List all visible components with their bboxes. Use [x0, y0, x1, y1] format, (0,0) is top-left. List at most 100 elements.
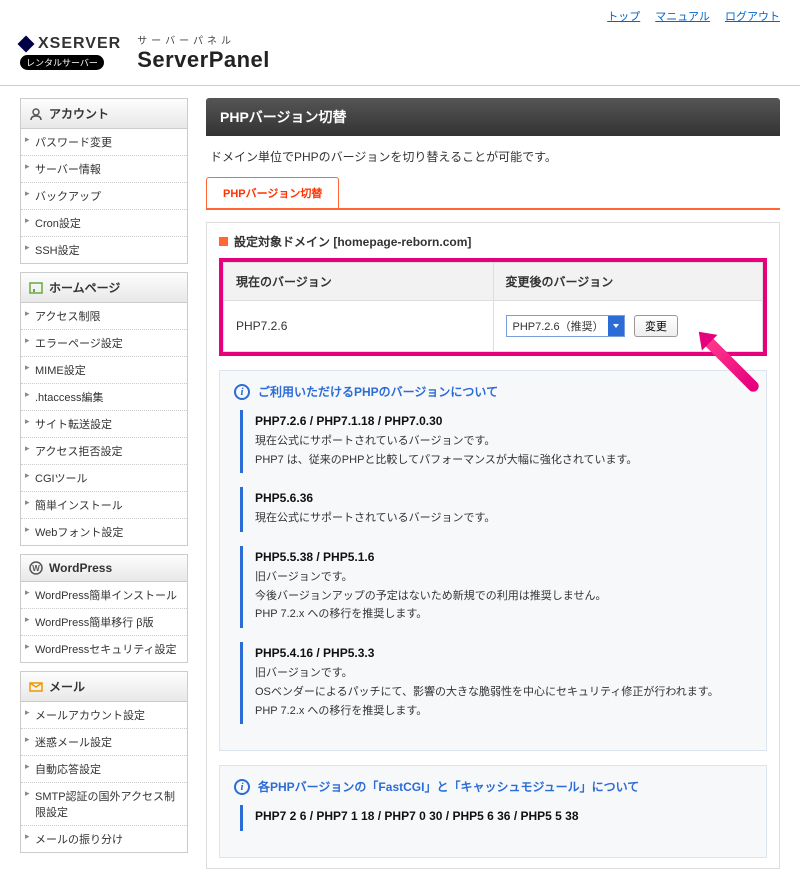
- version-block-desc: 旧バージョンです。: [255, 568, 752, 587]
- sidebar-link[interactable]: 自動応答設定: [21, 756, 187, 782]
- php-versions-info: i ご利用いただけるPHPのバージョンについて PHP7.2.6 / PHP7.…: [219, 370, 767, 751]
- sidebar-link[interactable]: メールアカウント設定: [21, 702, 187, 728]
- version-block: PHP5.5.38 / PHP5.1.6旧バージョンです。今後バージョンアップの…: [240, 546, 752, 628]
- info-title: i ご利用いただけるPHPのバージョンについて: [234, 383, 752, 400]
- sidebar-group-header: W WordPress: [21, 555, 187, 582]
- main-content: PHPバージョン切替 ドメイン単位でPHPのバージョンを切り替えることが可能です…: [206, 98, 780, 869]
- sidebar-link[interactable]: SSH設定: [21, 237, 187, 263]
- sidebar-link[interactable]: Webフォント設定: [21, 519, 187, 545]
- col-after-header: 変更後のバージョン: [493, 263, 763, 301]
- sidebar-item: .htaccess編集: [21, 383, 187, 410]
- sidebar-item: WordPress簡単移行 β版: [21, 608, 187, 635]
- tab-php-version[interactable]: PHPバージョン切替: [206, 177, 339, 208]
- sidebar-group-title: WordPress: [49, 561, 112, 575]
- sidebar-item: MIME設定: [21, 356, 187, 383]
- current-version-value: PHP7.2.6: [224, 301, 494, 352]
- sidebar-group-title: ホームページ: [49, 279, 120, 296]
- sidebar-link[interactable]: WordPressセキュリティ設定: [21, 636, 187, 662]
- sidebar-link[interactable]: アクセス制限: [21, 303, 187, 329]
- sidebar-item: Webフォント設定: [21, 518, 187, 545]
- tab-row: PHPバージョン切替: [206, 177, 780, 210]
- sidebar-link[interactable]: SMTP認証の国外アクセス制限設定: [21, 783, 187, 825]
- sidebar-group-header: アカウント: [21, 99, 187, 129]
- sidebar-link[interactable]: バックアップ: [21, 183, 187, 209]
- sidebar-item: サイト転送設定: [21, 410, 187, 437]
- sidebar-link[interactable]: .htaccess編集: [21, 384, 187, 410]
- sidebar-link[interactable]: Cron設定: [21, 210, 187, 236]
- target-label-text: 設定対象ドメイン: [234, 235, 330, 249]
- version-block: PHP5.6.36現在公式にサポートされているバージョンです。: [240, 487, 752, 532]
- sidebar-link[interactable]: エラーページ設定: [21, 330, 187, 356]
- version-block: PHP7.2.6 / PHP7.1.18 / PHP7.0.30現在公式にサポー…: [240, 410, 752, 473]
- sidebar-link[interactable]: CGIツール: [21, 465, 187, 491]
- target-domain-value: [homepage-reborn.com]: [333, 235, 471, 249]
- sidebar-link[interactable]: MIME設定: [21, 357, 187, 383]
- link-top[interactable]: トップ: [607, 11, 640, 23]
- change-button[interactable]: 変更: [634, 315, 678, 337]
- highlight-frame: 現在のバージョン 変更後のバージョン PHP7.2.6 PHP7.2.6（推奨）…: [219, 258, 767, 356]
- sidebar-list: アクセス制限エラーページ設定MIME設定.htaccess編集サイト転送設定アク…: [21, 303, 187, 545]
- version-select-value: PHP7.2.6（推奨）: [513, 321, 604, 333]
- page-title: PHPバージョン切替: [206, 98, 780, 136]
- sidebar-link[interactable]: サイト転送設定: [21, 411, 187, 437]
- fastcgi-info: i 各PHPバージョンの「FastCGI」と「キャッシュモジュール」について P…: [219, 765, 767, 858]
- sidebar-link[interactable]: WordPress簡単インストール: [21, 582, 187, 608]
- sidebar-item: 簡単インストール: [21, 491, 187, 518]
- sidebar-link[interactable]: アクセス拒否設定: [21, 438, 187, 464]
- sidebar-group-icon: [29, 680, 43, 694]
- sidebar-link[interactable]: サーバー情報: [21, 156, 187, 182]
- info2-title-text: 各PHPバージョンの「FastCGI」と「キャッシュモジュール」について: [258, 778, 639, 795]
- sidebar-link[interactable]: パスワード変更: [21, 129, 187, 155]
- sidebar-list: パスワード変更サーバー情報バックアップCron設定SSH設定: [21, 129, 187, 263]
- sidebar-item: サーバー情報: [21, 155, 187, 182]
- version-block-desc: PHP 7.2.x への移行を推奨します。: [255, 605, 752, 624]
- panel-main-title: ServerPanel: [137, 47, 270, 73]
- top-links: トップ マニュアル ログアウト: [0, 0, 800, 28]
- col-current-header: 現在のバージョン: [224, 263, 494, 301]
- info-icon: i: [234, 779, 250, 795]
- sidebar-item: エラーページ設定: [21, 329, 187, 356]
- link-manual[interactable]: マニュアル: [655, 11, 710, 23]
- sidebar-group: ホームページアクセス制限エラーページ設定MIME設定.htaccess編集サイト…: [20, 272, 188, 546]
- sidebar-item: SMTP認証の国外アクセス制限設定: [21, 782, 187, 825]
- sidebar: アカウントパスワード変更サーバー情報バックアップCron設定SSH設定ホームペー…: [20, 98, 188, 869]
- brand-text: XSERVER: [38, 35, 121, 53]
- version-block-desc: PHP7 は、従来のPHPと比較してパフォーマンスが大幅に強化されています。: [255, 451, 752, 470]
- version-block-title: PHP7.2.6 / PHP7.1.18 / PHP7.0.30: [255, 414, 752, 428]
- sidebar-item: バックアップ: [21, 182, 187, 209]
- sidebar-group-header: ホームページ: [21, 273, 187, 303]
- brand-badge: レンタルサーバー: [20, 55, 104, 70]
- sidebar-link[interactable]: メールの振り分け: [21, 826, 187, 852]
- svg-text:W: W: [32, 564, 40, 573]
- header: XSERVER レンタルサーバー サーバーパネル ServerPanel: [0, 28, 800, 86]
- sidebar-item: SSH設定: [21, 236, 187, 263]
- sidebar-item: Cron設定: [21, 209, 187, 236]
- sidebar-group: メールメールアカウント設定迷惑メール設定自動応答設定SMTP認証の国外アクセス制…: [20, 671, 188, 853]
- target-domain-label: 設定対象ドメイン [homepage-reborn.com]: [219, 233, 767, 250]
- sidebar-group-icon: W: [29, 561, 43, 575]
- link-logout[interactable]: ログアウト: [725, 11, 780, 23]
- sidebar-group-title: メール: [49, 678, 85, 695]
- version-block: PHP5.4.16 / PHP5.3.3旧バージョンです。OSベンダーによるパッ…: [240, 642, 752, 724]
- sidebar-item: 迷惑メール設定: [21, 728, 187, 755]
- version-block-title: PHP5.4.16 / PHP5.3.3: [255, 646, 752, 660]
- brand-logo: XSERVER レンタルサーバー: [20, 35, 121, 70]
- config-section: 設定対象ドメイン [homepage-reborn.com] 現在のバージョン …: [206, 222, 780, 869]
- sidebar-link[interactable]: 簡単インストール: [21, 492, 187, 518]
- sidebar-item: アクセス制限: [21, 303, 187, 329]
- sidebar-list: WordPress簡単インストールWordPress簡単移行 β版WordPre…: [21, 582, 187, 662]
- sidebar-group: W WordPress WordPress簡単インストールWordPress簡単移行…: [20, 554, 188, 663]
- version-block-desc: PHP 7.2.x への移行を推奨します。: [255, 702, 752, 721]
- version-block-desc: 現在公式にサポートされているバージョンです。: [255, 509, 752, 528]
- sidebar-link[interactable]: WordPress簡単移行 β版: [21, 609, 187, 635]
- version-select[interactable]: PHP7.2.6（推奨）: [506, 315, 625, 337]
- logo-diamond-icon: [18, 36, 35, 53]
- sidebar-group-header: メール: [21, 672, 187, 702]
- version-table: 現在のバージョン 変更後のバージョン PHP7.2.6 PHP7.2.6（推奨）…: [223, 262, 763, 352]
- info-icon: i: [234, 384, 250, 400]
- sidebar-item: メールの振り分け: [21, 825, 187, 852]
- chevron-down-icon: [608, 316, 624, 336]
- after-version-cell: PHP7.2.6（推奨） 変更: [493, 301, 763, 352]
- sidebar-item: メールアカウント設定: [21, 702, 187, 728]
- sidebar-link[interactable]: 迷惑メール設定: [21, 729, 187, 755]
